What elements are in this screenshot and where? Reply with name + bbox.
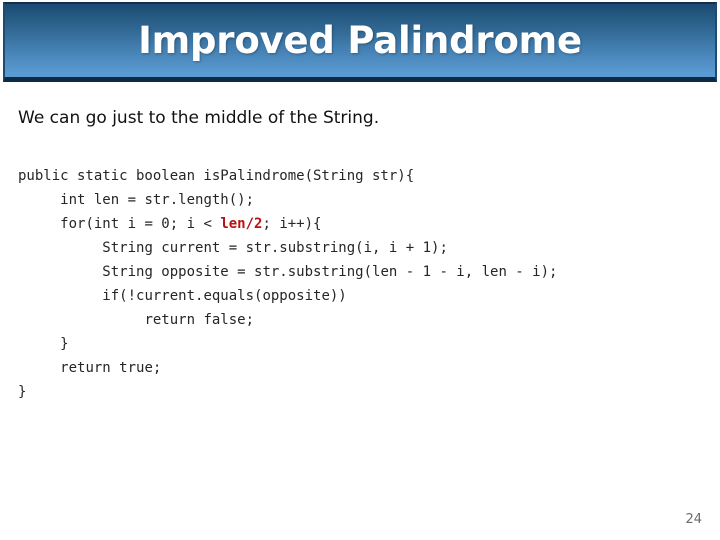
code-line: return false; <box>18 308 708 332</box>
code-line: return true; <box>18 356 708 380</box>
code-highlight-token: len/2 <box>220 216 263 232</box>
page-title: Improved Palindrome <box>138 19 582 62</box>
code-token: String current = str.substring(i, i + 1)… <box>102 240 448 256</box>
slide-canvas: Improved Palindrome We can go just to th… <box>0 0 720 540</box>
code-line: String current = str.substring(i, i + 1)… <box>18 236 708 260</box>
code-token: return true; <box>60 360 162 376</box>
code-block: public static boolean isPalindrome(Strin… <box>18 164 708 404</box>
slide-title-banner: Improved Palindrome <box>3 2 717 82</box>
code-line: for(int i = 0; i < len/2; i++){ <box>18 212 708 236</box>
code-line: int len = str.length(); <box>18 188 708 212</box>
code-line: if(!current.equals(opposite)) <box>18 284 708 308</box>
code-token: public static boolean isPalindrome(Strin… <box>18 168 415 184</box>
code-line: public static boolean isPalindrome(Strin… <box>18 164 708 188</box>
code-token: return false; <box>144 312 255 328</box>
code-token: ; i++){ <box>262 216 322 232</box>
code-token: String opposite = str.substring(len - 1 … <box>102 264 558 280</box>
code-token: } <box>60 336 69 352</box>
code-line: } <box>18 332 708 356</box>
code-token: if(!current.equals(opposite)) <box>102 288 347 304</box>
code-line: String opposite = str.substring(len - 1 … <box>18 260 708 284</box>
slide-number: 24 <box>685 512 702 527</box>
code-line: } <box>18 380 708 404</box>
slide-body-text: We can go just to the middle of the Stri… <box>18 108 380 128</box>
code-token: int len = str.length(); <box>60 192 255 208</box>
code-token: for(int i = 0; i < <box>60 216 221 232</box>
code-token: } <box>18 384 27 400</box>
